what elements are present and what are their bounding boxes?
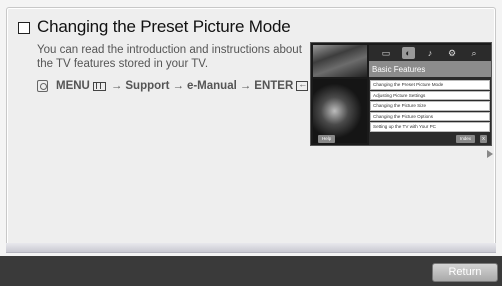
tv-menu-item: Changing the Preset Picture Mode xyxy=(370,80,490,90)
bottom-bar xyxy=(0,256,502,286)
tv-preview-image-top xyxy=(313,45,367,77)
tv-close-button: X xyxy=(479,135,487,143)
tv-menu: ▭ ◐ ♪ ⚙ ⌕ Basic Features Changing the Pr… xyxy=(369,45,491,145)
tv-menu-list: Changing the Preset Picture Mode Adjusti… xyxy=(369,80,491,132)
enter-icon xyxy=(296,79,309,91)
checkbox-icon xyxy=(18,21,30,34)
remote-icon xyxy=(37,80,48,92)
panel-bottom-edge xyxy=(6,243,496,253)
tv-menu-item: Changing the Picture Options xyxy=(370,111,490,121)
intro-text: You can read the introduction and instru… xyxy=(37,43,307,71)
menu-path: MENU → Support → e-Manual → ENTER xyxy=(37,79,309,92)
tv-menu-item: Setting up the TV with Your PC xyxy=(370,122,490,132)
tv-menu-icons: ▭ ◐ ♪ ⚙ ⌕ xyxy=(369,45,491,61)
picture-icon: ◐ xyxy=(401,47,415,59)
search-icon: ⌕ xyxy=(471,48,477,58)
tv-screen-thumbnail: ▭ ◐ ♪ ⚙ ⌕ Basic Features Changing the Pr… xyxy=(310,42,492,146)
emanual-label: e-Manual xyxy=(186,80,237,92)
arrow-1: → xyxy=(110,80,123,92)
page-title: Changing the Preset Picture Mode xyxy=(37,17,291,36)
intro-line-2: the TV features stored in your TV. xyxy=(37,58,209,70)
arrow-2: → xyxy=(172,80,184,92)
tv-menu-item: Changing the Picture Size xyxy=(370,101,490,111)
tv-menu-item: Adjusting Picture Settings xyxy=(370,90,490,100)
next-page-arrow-icon[interactable] xyxy=(487,150,493,158)
tv-menu-heading: Basic Features xyxy=(369,61,491,77)
support-label: Support xyxy=(125,80,170,92)
tv-icon: ▭ xyxy=(381,48,391,58)
setup-icon: ⚙ xyxy=(447,48,457,58)
manual-window: Changing the Preset Picture Mode You can… xyxy=(0,0,502,286)
sound-icon: ♪ xyxy=(427,48,433,58)
tv-footer: Help Index X xyxy=(313,134,489,143)
tv-index-button: Index xyxy=(455,135,475,143)
enter-label: ENTER xyxy=(254,80,294,92)
menu-label: MENU xyxy=(56,80,90,92)
tv-help-button: Help xyxy=(318,135,336,143)
return-button[interactable]: Return xyxy=(432,263,498,282)
title-row: Changing the Preset Picture Mode xyxy=(18,17,291,37)
intro-line-1: You can read the introduction and instru… xyxy=(37,44,302,56)
menu-icon xyxy=(92,81,106,91)
arrow-3: → xyxy=(239,80,252,92)
